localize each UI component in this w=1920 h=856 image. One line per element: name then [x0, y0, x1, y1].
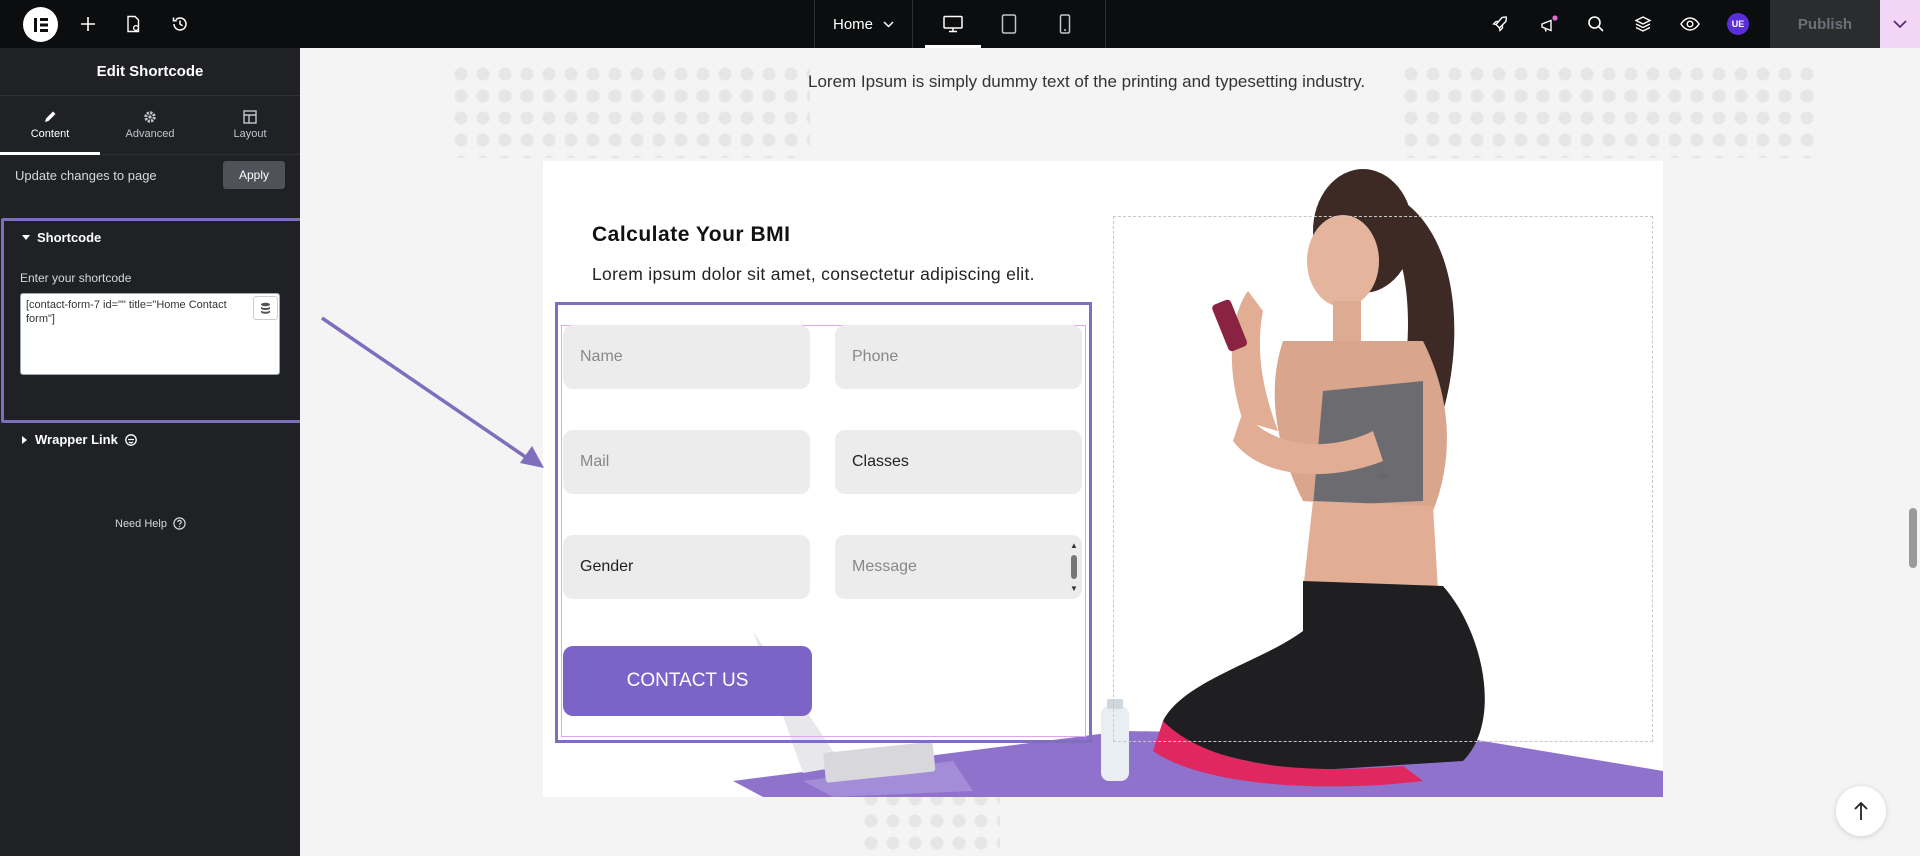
tab-layout-label: Layout	[233, 128, 267, 140]
notifications-icon[interactable]	[1537, 12, 1561, 36]
add-element-icon[interactable]	[76, 12, 100, 36]
page-selector[interactable]: Home	[815, 0, 912, 48]
dynamic-tags-icon[interactable]	[253, 296, 278, 320]
gender-select[interactable]: Gender	[563, 535, 810, 599]
mobile-view-icon[interactable]	[1037, 0, 1093, 48]
publish-button[interactable]: Publish	[1770, 0, 1880, 48]
site-settings-rocket-icon[interactable]	[1488, 12, 1512, 36]
shortcode-section-title: Shortcode	[37, 230, 102, 245]
bmi-card-title: Calculate Your BMI	[592, 223, 791, 246]
layout-icon	[243, 110, 257, 124]
arrow-up-icon	[1854, 801, 1868, 820]
contact-us-button[interactable]: CONTACT US	[563, 646, 812, 716]
desktop-view-icon[interactable]	[925, 0, 981, 48]
tab-layout[interactable]: Layout	[200, 96, 300, 154]
tablet-view-icon[interactable]	[981, 0, 1037, 48]
wrapper-link-section-toggle[interactable]: Wrapper Link	[22, 432, 137, 447]
classes-select[interactable]: Classes	[835, 430, 1082, 494]
page-settings-icon[interactable]	[121, 12, 145, 36]
pro-emoji-icon	[124, 433, 137, 446]
caret-right-icon	[22, 435, 27, 444]
user-avatar[interactable]: UE	[1727, 13, 1749, 35]
need-help-link[interactable]: Need Help	[115, 517, 186, 530]
section-subheading: Lorem Ipsum is simply dummy text of the …	[808, 72, 1366, 91]
pencil-icon	[45, 111, 56, 122]
page-name: Home	[832, 15, 873, 33]
message-scrollbar[interactable]: ▲ ▼	[1070, 541, 1078, 593]
elementor-logo-icon[interactable]	[23, 7, 58, 42]
update-changes-text: Update changes to page	[15, 167, 157, 183]
apply-button[interactable]: Apply	[223, 161, 285, 189]
tab-advanced[interactable]: Advanced	[100, 96, 200, 154]
tab-advanced-label: Advanced	[125, 128, 175, 140]
page-scrollbar[interactable]	[1909, 508, 1917, 568]
scroll-to-top-button[interactable]	[1836, 786, 1886, 836]
structure-layers-icon[interactable]	[1631, 12, 1655, 36]
name-input[interactable]: Name	[563, 325, 810, 389]
panel-tabs: Content Advanced Layout	[0, 96, 300, 155]
panel-title: Edit Shortcode	[0, 48, 300, 96]
preview-eye-icon[interactable]	[1678, 12, 1702, 36]
search-icon[interactable]	[1584, 12, 1608, 36]
annotation-arrow	[321, 316, 544, 468]
tab-content-label: Content	[30, 128, 70, 140]
help-circle-icon	[173, 517, 186, 530]
wrapper-link-title: Wrapper Link	[35, 432, 118, 447]
editor-panel: Edit Shortcode Content Advanced Layout U…	[0, 48, 307, 856]
preview-canvas: Lorem Ipsum is simply dummy text of the …	[300, 48, 1920, 856]
decorative-dots	[860, 788, 1000, 856]
message-placeholder: Message	[852, 558, 917, 575]
caret-down-icon	[22, 234, 30, 240]
phone-input[interactable]: Phone	[835, 325, 1082, 389]
shortcode-field-label: Enter your shortcode	[20, 271, 132, 285]
need-help-label: Need Help	[115, 517, 167, 530]
publish-options-button[interactable]	[1880, 0, 1920, 48]
scroll-up-icon: ▲	[1070, 541, 1078, 550]
shortcode-section-toggle[interactable]: Shortcode	[22, 230, 101, 245]
decorative-dots	[1400, 63, 1820, 158]
gear-icon	[144, 111, 156, 123]
update-changes-row: Update changes to page Apply	[15, 160, 285, 190]
chevron-down-icon	[1893, 20, 1907, 28]
tab-content[interactable]: Content	[0, 96, 100, 155]
scroll-thumb[interactable]	[1071, 555, 1077, 579]
top-bar: Home UE Publish	[0, 0, 1920, 48]
chevron-down-icon	[883, 20, 894, 28]
mail-input[interactable]: Mail	[563, 430, 810, 494]
scroll-down-icon: ▼	[1070, 584, 1078, 593]
add-widget-plus-icon[interactable]: +	[1376, 463, 1389, 489]
shortcode-textarea[interactable]: [contact-form-7 id="" title="Home Contac…	[20, 293, 280, 375]
history-icon[interactable]	[168, 12, 192, 36]
bmi-card-subtitle: Lorem ipsum dolor sit amet, consectetur …	[592, 264, 1035, 284]
message-textarea[interactable]: Message ▲ ▼	[835, 535, 1082, 599]
